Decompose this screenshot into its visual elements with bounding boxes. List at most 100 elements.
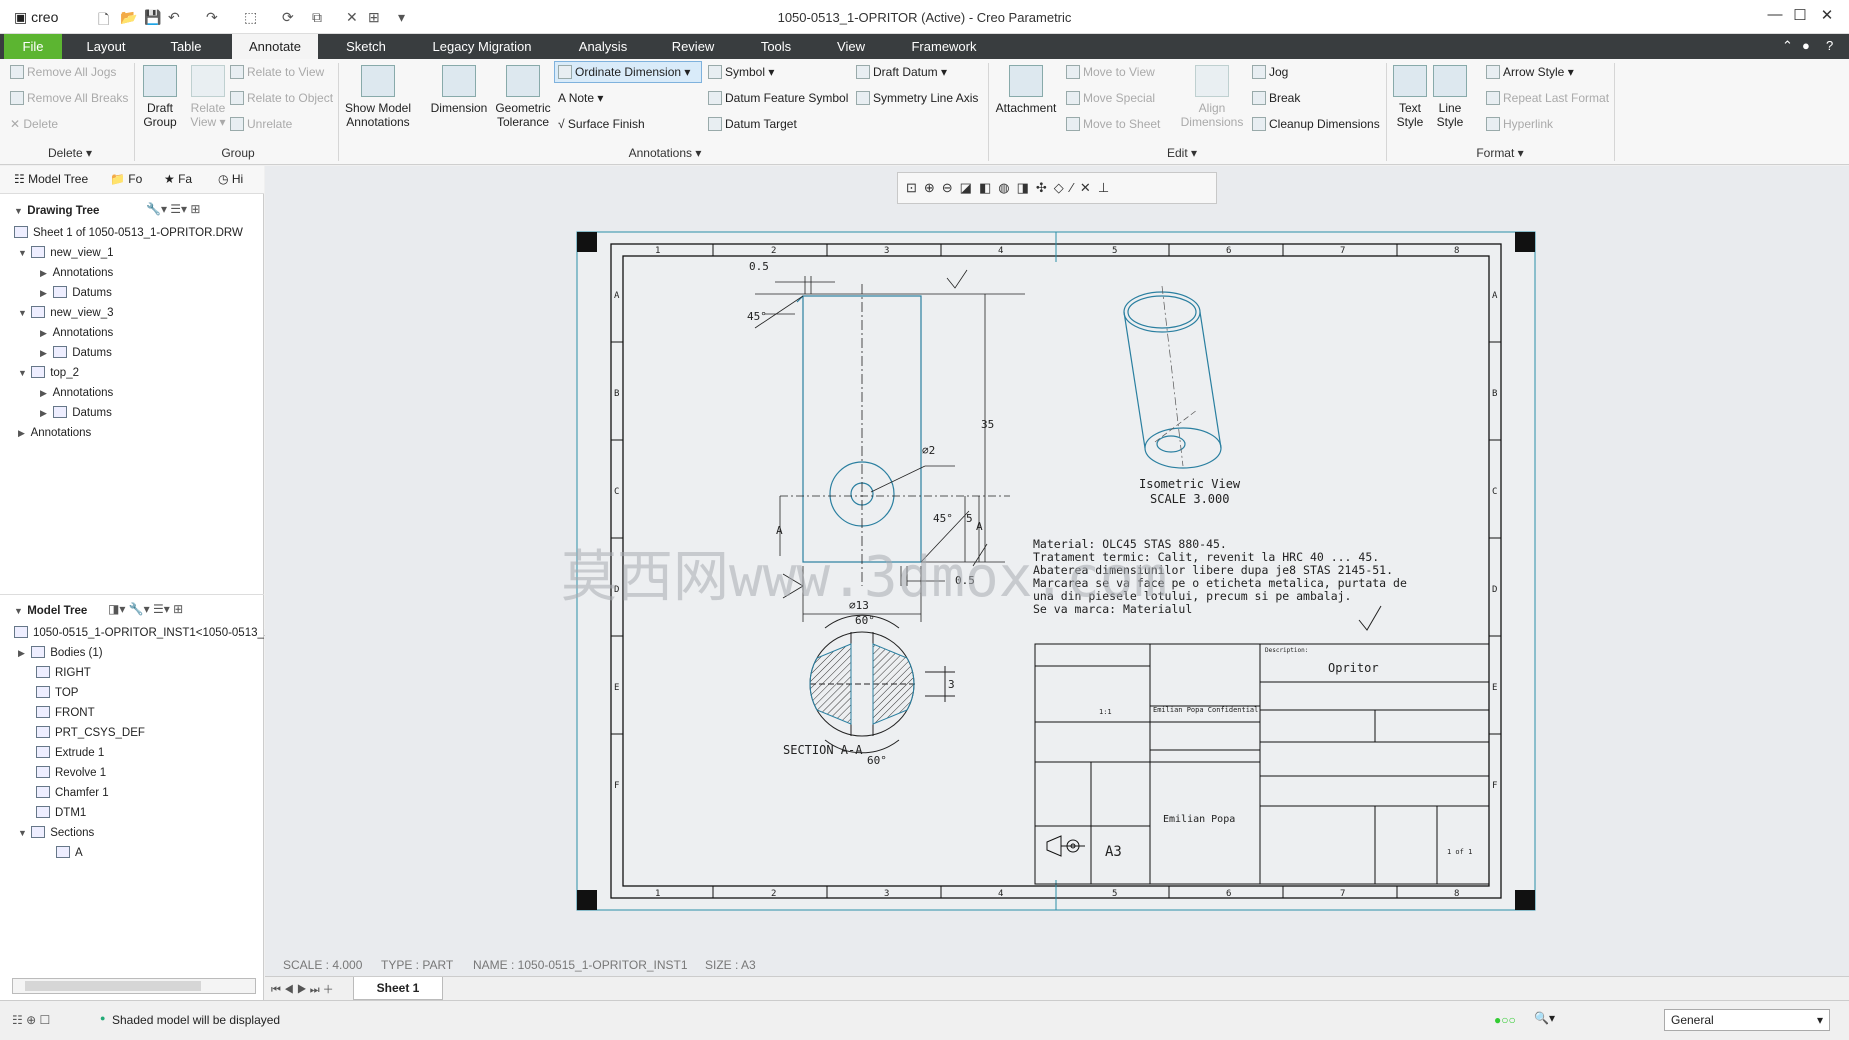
line-style-button[interactable]: Line Style [1430,65,1470,129]
group-format-label[interactable]: Format ▾ [1450,146,1550,160]
svg-text:D: D [1492,585,1497,595]
surface-finish-button[interactable]: √ Surface Finish [558,117,645,131]
move-to-view-button[interactable]: Move to View [1066,65,1155,79]
draft-datum-button[interactable]: Draft Datum ▾ [856,65,947,79]
tree-part[interactable]: 1050-0515_1-OPRITOR_INST1<1050-0513_1- [14,624,274,642]
tree-extrude[interactable]: Extrude 1 [36,744,104,762]
find-icon[interactable]: 🔍▾ [1534,1011,1555,1025]
tree-sections[interactable]: ▼ Sections [18,824,94,842]
tab-folder[interactable]: 📁 Fo [110,172,142,186]
help-icon[interactable]: ? [1826,38,1833,53]
svg-text:45°: 45° [933,512,953,525]
sheet-nav-icons[interactable]: ⏮ ◀ ▶ ⏭ ＋ [271,981,334,997]
tab-tools[interactable]: Tools [748,34,804,59]
note-button[interactable]: A Note ▾ [558,91,603,105]
svg-text:A: A [776,524,783,537]
tree-annotations-top[interactable]: ▶ Annotations [40,384,113,402]
move-to-sheet-button[interactable]: Move to Sheet [1066,117,1160,131]
jog-button[interactable]: Jog [1252,65,1288,79]
close-icon[interactable]: ✕ [1812,6,1842,28]
maximize-icon[interactable]: ☐ [1785,6,1815,28]
remove-all-jogs-button[interactable]: Remove All Jogs [10,65,116,79]
cleanup-dimensions-button[interactable]: Cleanup Dimensions [1252,117,1380,131]
tree-datums-1[interactable]: ▶ Datums [40,284,112,302]
tab-analysis[interactable]: Analysis [566,34,640,59]
tab-table[interactable]: Table [158,34,214,59]
sheet-tab-1[interactable]: Sheet 1 [353,977,443,1000]
ordinate-dimension-button[interactable]: Ordinate Dimension ▾ [558,65,690,79]
tree-annotations[interactable]: ▶ Annotations [18,424,91,442]
tree-tools-icon[interactable]: 🔧▾ ☰▾ ⊞ [146,202,200,216]
delete-button[interactable]: ✕ Delete [10,117,58,131]
tree-front[interactable]: FRONT [36,704,95,722]
user-icon[interactable]: ● [1802,38,1810,53]
tree-csys[interactable]: PRT_CSYS_DEF [36,724,145,742]
view-toolbar-icons[interactable]: ⊡⊕⊖◪◧◍◨✣◇∕✕⊥ [906,180,1116,196]
tab-framework[interactable]: Framework [900,34,988,59]
tab-layout[interactable]: Layout [76,34,136,59]
geometric-tolerance-button[interactable]: Geometric Tolerance [492,65,554,129]
break-edit-icon [1252,91,1266,105]
tree-datums-3[interactable]: ▶ Datums [40,344,112,362]
tree-revolve[interactable]: Revolve 1 [36,764,106,782]
tree-bodies[interactable]: ▶ Bodies (1) [18,644,103,662]
show-model-annotations-button[interactable]: Show Model Annotations [342,65,414,129]
group-delete-label[interactable]: Delete ▾ [20,146,120,160]
move-special-button[interactable]: Move Special [1066,91,1155,105]
size-value: A3 [1105,844,1122,860]
window-title: 1050-0513_1-OPRITOR (Active) - Creo Para… [777,10,1072,25]
relate-view-button[interactable]: Relate View ▾ [184,65,232,129]
arrow-style-button[interactable]: Arrow Style ▾ [1486,65,1574,79]
layout-icons[interactable]: ☷ ⊕ ☐ [12,1013,50,1027]
plane-icon [36,706,50,718]
datum-target-button[interactable]: Datum Target [708,117,797,131]
text-style-button[interactable]: Text Style [1390,65,1430,129]
tree-view-1[interactable]: ▼ new_view_1 [18,244,114,262]
relate-to-view-button[interactable]: Relate to View [230,65,324,79]
sections-icon [31,826,46,838]
draft-group-button[interactable]: Draft Group [138,65,182,129]
tree-annotations-3[interactable]: ▶ Annotations [40,324,113,342]
tab-model-tree[interactable]: ☷ Model Tree [14,172,88,186]
tab-favorites[interactable]: ★ Fa [164,172,192,186]
relate-to-object-button[interactable]: Relate to Object [230,91,333,105]
datum-feature-symbol-button[interactable]: Datum Feature Symbol [708,91,848,105]
tab-history[interactable]: ◷ Hi [218,172,243,186]
tree-top[interactable]: TOP [36,684,78,702]
dimension-button[interactable]: Dimension [426,65,492,115]
repeat-last-format-button[interactable]: Repeat Last Format [1486,91,1609,105]
tab-file[interactable]: File [4,34,62,59]
tree-right[interactable]: RIGHT [36,664,91,682]
symmetry-line-axis-button[interactable]: Symmetry Line Axis [856,91,978,105]
hyperlink-button[interactable]: Hyperlink [1486,117,1553,131]
unrelate-button[interactable]: Unrelate [230,117,292,131]
symbol-button[interactable]: Symbol ▾ [708,65,774,79]
graphics-area[interactable]: 12 34 56 78 12 34 56 78 AB CD EF AB CD E… [265,166,1849,976]
group-annotations-label[interactable]: Annotations ▾ [600,146,730,160]
horizontal-scrollbar[interactable] [12,978,256,994]
tree-annotations-1[interactable]: ▶ Annotations [40,264,113,282]
tab-annotate[interactable]: Annotate [232,34,318,59]
svg-text:5: 5 [966,512,973,525]
tree-dtm1[interactable]: DTM1 [36,804,86,822]
tree-datums-top[interactable]: ▶ Datums [40,404,112,422]
selection-filter[interactable]: General ▾ [1664,1009,1830,1031]
group-edit-label[interactable]: Edit ▾ [1140,146,1224,160]
remove-all-breaks-button[interactable]: Remove All Breaks [10,91,128,105]
tab-sketch[interactable]: Sketch [334,34,398,59]
tab-view[interactable]: View [824,34,878,59]
tree-section-a[interactable]: A [56,844,83,862]
tree-chamfer[interactable]: Chamfer 1 [36,784,109,802]
break-button[interactable]: Break [1252,91,1300,105]
tab-legacy-migration[interactable]: Legacy Migration [420,34,544,59]
tree-sheet[interactable]: Sheet 1 of 1050-0513_1-OPRITOR.DRW [14,224,243,242]
model-tree-tools-icon[interactable]: ◨▾ 🔧▾ ☰▾ ⊞ [108,602,183,616]
tab-review[interactable]: Review [660,34,726,59]
attachment-button[interactable]: Attachment [992,65,1060,115]
tree-top-2[interactable]: ▼ top_2 [18,364,79,382]
model-tree-header[interactable]: ▼ Model Tree [14,602,87,620]
align-dimensions-button[interactable]: Align Dimensions [1176,65,1248,129]
collapse-ribbon-icon[interactable]: ⌃ [1782,38,1793,54]
drawing-tree-header[interactable]: ▼ Drawing Tree [14,202,99,220]
tree-view-3[interactable]: ▼ new_view_3 [18,304,114,322]
